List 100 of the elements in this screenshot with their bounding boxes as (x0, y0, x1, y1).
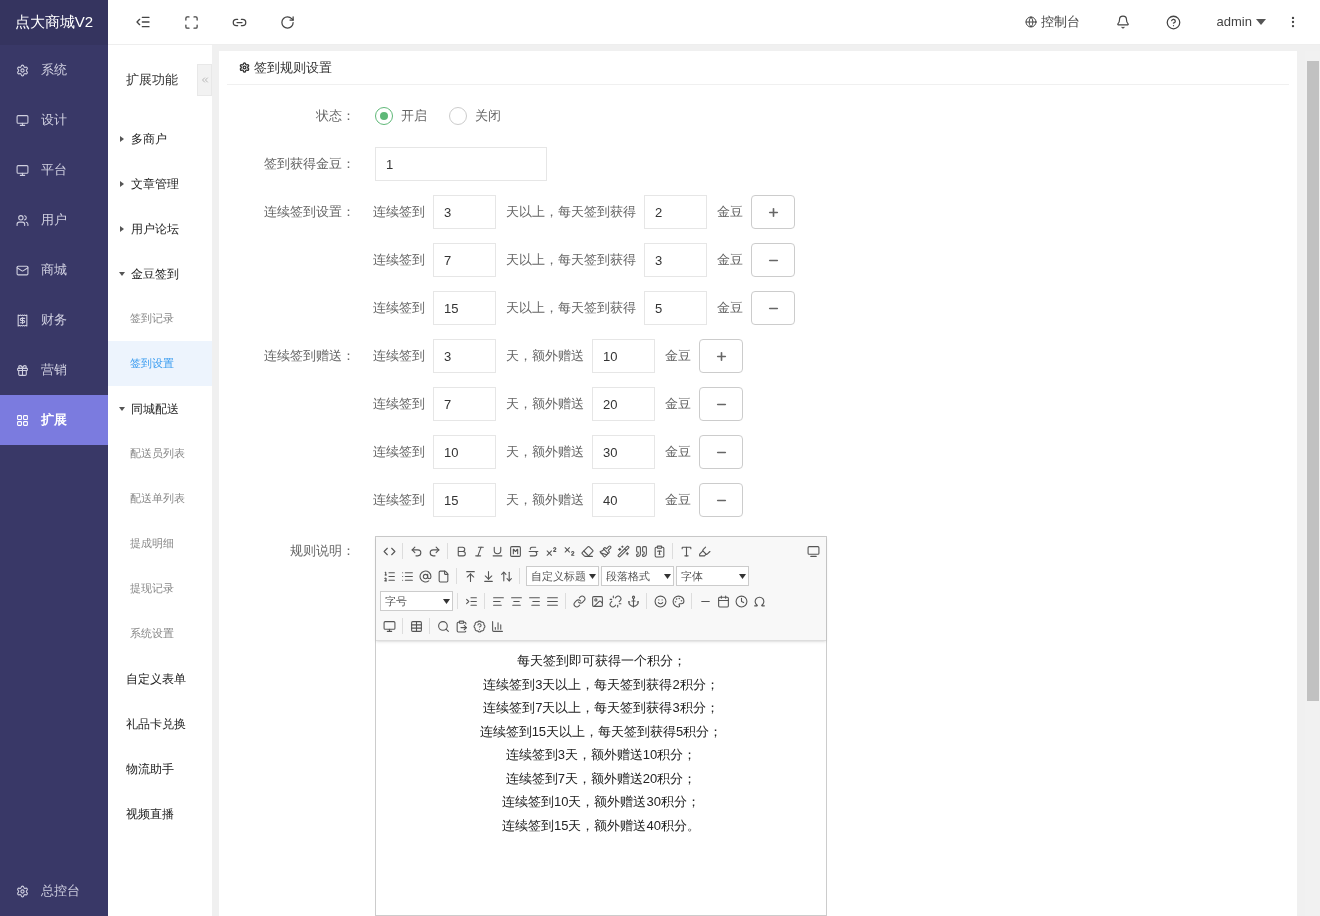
input-field[interactable]: 7 (433, 243, 496, 277)
sub-nav-item[interactable]: 礼品卡兑换 (108, 701, 212, 746)
nav-item[interactable]: 扩展 (0, 395, 108, 445)
row-label: 连续签到 (373, 347, 425, 366)
sub-nav-item[interactable]: 视频直播 (108, 791, 212, 836)
field-label: 连续签到赠送： (264, 348, 355, 364)
sub-nav-item[interactable]: 配送员列表 (108, 431, 212, 476)
unit-label: 金豆 (665, 347, 691, 366)
input-field[interactable]: 5 (644, 291, 707, 325)
row-label: 天，额外赠送 (506, 347, 584, 366)
at-sign-icon[interactable] (416, 567, 434, 585)
brush-icon[interactable] (596, 542, 614, 560)
input-field[interactable]: 30 (592, 435, 655, 469)
nav-item[interactable]: 财务 (0, 295, 108, 345)
sub-nav-item[interactable]: 系统设置 (108, 611, 212, 656)
input-field[interactable]: 3 (644, 243, 707, 277)
editor-dropdown[interactable]: 字号 (380, 591, 453, 611)
refresh-icon[interactable] (280, 14, 295, 30)
caret-down-icon (443, 598, 450, 604)
sub-nav-item[interactable]: 配送单列表 (108, 476, 212, 521)
radio-option[interactable]: 关闭 (449, 106, 501, 126)
caret-down-icon (589, 573, 596, 579)
nav-item[interactable]: 平台 (0, 145, 108, 195)
input-field[interactable]: 20 (592, 387, 655, 421)
caret-down-icon (739, 573, 746, 579)
caret-right-icon (119, 135, 125, 142)
grid-icon (16, 413, 29, 427)
editor-dropdown[interactable]: 字体 (676, 566, 749, 586)
menu-icon[interactable] (135, 14, 151, 30)
sub-sidebar-title: 扩展功能 (126, 71, 178, 90)
unit-label: 金豆 (717, 299, 743, 318)
sub-nav-item[interactable]: 提成明细 (108, 521, 212, 566)
sub-nav-item[interactable]: 签到记录 (108, 296, 212, 341)
sub-nav-item[interactable]: 同城配送 (108, 386, 212, 431)
sub-nav-item[interactable]: 多商户 (108, 116, 212, 161)
console-link[interactable]: 控制台 (1024, 12, 1080, 32)
link-icon[interactable] (570, 592, 588, 610)
nav-item[interactable]: 营销 (0, 345, 108, 395)
row-label: 天以上，每天签到获得 (506, 203, 636, 222)
nav-item[interactable]: 总控台 (0, 866, 108, 916)
unit-label: 金豆 (717, 251, 743, 270)
row-label: 连续签到 (373, 443, 425, 462)
editor-dropdown[interactable]: 段落格式 (601, 566, 674, 586)
sub-nav-item[interactable]: 用户论坛 (108, 206, 212, 251)
nav-item[interactable]: 商城 (0, 245, 108, 295)
caret-right-icon (119, 225, 125, 232)
editor-dropdown[interactable]: 自定义标题 (526, 566, 599, 586)
sub-nav-item[interactable]: 提现记录 (108, 566, 212, 611)
globe-icon (1024, 16, 1037, 28)
radio-option[interactable]: 开启 (375, 106, 427, 126)
unlink-icon[interactable] (606, 592, 624, 610)
brand-title: 点大商城V2 (0, 0, 108, 45)
unit-label: 金豆 (665, 395, 691, 414)
user-menu[interactable]: admin (1216, 12, 1266, 32)
fullscreen-icon[interactable] (184, 14, 199, 30)
input-field[interactable]: 40 (592, 483, 655, 517)
input-field[interactable]: 7 (433, 387, 496, 421)
input-field[interactable]: 3 (433, 195, 496, 229)
editor-text-line: 连续签到7天以上，每天签到获得3积分； (483, 699, 719, 717)
row-label: 天以上，每天签到获得 (506, 299, 636, 318)
caret-down-icon (119, 405, 125, 412)
receipt-icon (16, 313, 29, 327)
row-label: 天，额外赠送 (506, 395, 584, 414)
caret-down-icon (664, 573, 671, 579)
nav-item[interactable]: 设计 (0, 95, 108, 145)
sub-nav-item[interactable]: 金豆签到 (108, 251, 212, 296)
unit-label: 金豆 (665, 491, 691, 510)
sub-nav-item[interactable]: 物流助手 (108, 746, 212, 791)
input-field[interactable]: 10 (433, 435, 496, 469)
editor-text-line: 连续签到7天，额外赠送20积分； (505, 769, 697, 788)
caret-down-icon (1256, 19, 1266, 25)
input-field[interactable]: 15 (433, 291, 496, 325)
input-field[interactable]: 10 (592, 339, 655, 373)
unit-label: 金豆 (717, 203, 743, 222)
input-field[interactable]: 1 (375, 147, 547, 181)
gear-icon (16, 884, 29, 898)
users-icon (16, 213, 29, 227)
input-field[interactable]: 2 (644, 195, 707, 229)
sub-nav-item[interactable]: 文章管理 (108, 161, 212, 206)
sub-nav-item[interactable]: 自定义表单 (108, 656, 212, 701)
field-label: 签到获得金豆： (263, 155, 356, 174)
row-label: 天，额外赠送 (506, 443, 584, 462)
unit-label: 金豆 (665, 443, 691, 462)
help-icon[interactable] (1165, 14, 1181, 30)
gift-icon (16, 363, 29, 377)
nav-item[interactable]: 用户 (0, 195, 108, 245)
input-field[interactable]: 3 (433, 339, 496, 373)
emoji-icon[interactable] (651, 592, 669, 610)
row-label: 天，额外赠送 (506, 491, 584, 510)
wand-icon[interactable] (614, 542, 632, 560)
bell-icon[interactable] (1115, 15, 1130, 29)
help-icon[interactable] (470, 617, 488, 635)
field-label: 规则说明： (289, 542, 356, 560)
input-field[interactable]: 15 (433, 483, 496, 517)
palette-icon[interactable] (669, 592, 687, 610)
clock-icon[interactable] (732, 592, 750, 610)
row-label: 连续签到 (373, 251, 425, 270)
row-label: 天以上，每天签到获得 (506, 251, 636, 270)
nav-item[interactable]: 系统 (0, 45, 108, 95)
double-chevron-left-icon (199, 75, 210, 85)
